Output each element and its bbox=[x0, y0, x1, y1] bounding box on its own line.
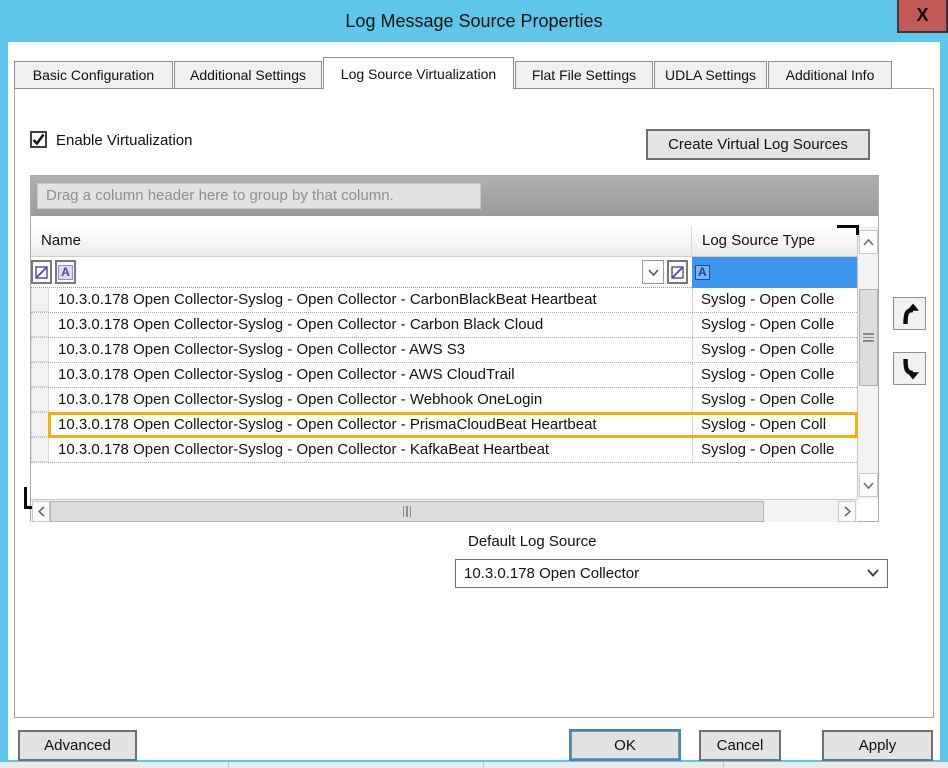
cell-log-source-type[interactable]: Syslog - Open Colle bbox=[692, 438, 857, 462]
curved-arrow-down-icon bbox=[899, 358, 921, 380]
default-log-source-value: 10.3.0.178 Open Collector bbox=[464, 565, 639, 582]
clear-filter-button[interactable] bbox=[31, 260, 52, 284]
enable-virtualization-label: Enable Virtualization bbox=[56, 132, 192, 149]
cell-log-source-type[interactable]: Syslog - Open Colle bbox=[692, 313, 857, 337]
advanced-button[interactable]: Advanced bbox=[18, 730, 137, 761]
default-log-source-label: Default Log Source bbox=[468, 533, 596, 550]
cell-name[interactable]: 10.3.0.178 Open Collector-Syslog - Open … bbox=[49, 438, 692, 462]
cancel-button[interactable]: Cancel bbox=[699, 730, 781, 761]
vertical-scrollbar-thumb[interactable] bbox=[859, 289, 878, 386]
name-filter-input[interactable] bbox=[79, 257, 639, 287]
close-button[interactable]: X bbox=[897, 0, 948, 33]
table-row[interactable]: 10.3.0.178 Open Collector-Syslog - Open … bbox=[31, 363, 857, 388]
enable-virtualization-checkbox[interactable] bbox=[30, 131, 47, 148]
chevron-up-icon bbox=[863, 239, 874, 246]
scroll-right-button[interactable] bbox=[838, 501, 856, 522]
tab-flat-file-settings[interactable]: Flat File Settings bbox=[515, 61, 653, 89]
move-row-up-button[interactable] bbox=[893, 297, 926, 330]
curved-arrow-up-icon bbox=[899, 303, 921, 325]
chevron-left-icon bbox=[38, 506, 45, 517]
cell-log-source-type[interactable]: Syslog - Open Colle bbox=[692, 338, 857, 362]
table-row[interactable]: 10.3.0.178 Open Collector-Syslog - Open … bbox=[31, 338, 857, 363]
type-filter-input-selected[interactable]: A bbox=[692, 257, 857, 288]
table-row[interactable]: 10.3.0.178 Open Collector-Syslog - Open … bbox=[31, 388, 857, 413]
slashed-box-filter-icon bbox=[35, 266, 48, 279]
letter-a-filter-icon: A bbox=[695, 265, 710, 280]
cell-name[interactable]: 10.3.0.178 Open Collector-Syslog - Open … bbox=[49, 413, 692, 437]
name-filter-dropdown-button[interactable] bbox=[642, 260, 664, 284]
horizontal-scrollbar[interactable] bbox=[31, 499, 857, 522]
grid-corner-mark-bottom bbox=[24, 487, 32, 509]
default-log-source-select[interactable]: 10.3.0.178 Open Collector bbox=[455, 559, 888, 588]
group-by-bar[interactable]: Drag a column header here to group by th… bbox=[31, 176, 878, 216]
tab-basic-configuration[interactable]: Basic Configuration bbox=[14, 61, 173, 89]
cell-name[interactable]: 10.3.0.178 Open Collector-Syslog - Open … bbox=[49, 338, 692, 362]
column-header-log-source-type[interactable]: Log Source Type bbox=[692, 226, 857, 257]
dialog-window: Log Message Source Properties X Basic Co… bbox=[0, 0, 948, 768]
table-row[interactable]: 10.3.0.178 Open Collector-Syslog - Open … bbox=[31, 313, 857, 338]
check-icon bbox=[32, 133, 45, 146]
apply-button[interactable]: Apply bbox=[822, 730, 933, 761]
cell-name[interactable]: 10.3.0.178 Open Collector-Syslog - Open … bbox=[49, 288, 692, 312]
ok-button[interactable]: OK bbox=[569, 729, 681, 761]
chevron-down-icon bbox=[648, 269, 659, 276]
row-indicator-cell[interactable] bbox=[31, 338, 49, 362]
name-filter-row: A bbox=[31, 257, 692, 288]
table-row[interactable]: 10.3.0.178 Open Collector-Syslog - Open … bbox=[31, 413, 857, 438]
letter-a-filter-icon: A bbox=[58, 265, 73, 280]
text-filter-mode-button[interactable]: A bbox=[55, 260, 76, 284]
table-row[interactable]: 10.3.0.178 Open Collector-Syslog - Open … bbox=[31, 288, 857, 313]
cell-log-source-type[interactable]: Syslog - Open Coll bbox=[692, 413, 857, 437]
chevron-right-icon bbox=[844, 506, 851, 517]
group-by-hint: Drag a column header here to group by th… bbox=[37, 183, 481, 209]
chevron-down-icon bbox=[867, 569, 879, 577]
table-row[interactable]: 10.3.0.178 Open Collector-Syslog - Open … bbox=[31, 438, 857, 463]
row-indicator-cell[interactable] bbox=[31, 413, 49, 437]
vertical-scrollbar[interactable] bbox=[857, 226, 878, 499]
cell-log-source-type[interactable]: Syslog - Open Colle bbox=[692, 388, 857, 412]
tab-additional-settings[interactable]: Additional Settings bbox=[174, 61, 322, 89]
virtual-log-sources-grid: Drag a column header here to group by th… bbox=[30, 175, 879, 522]
tab-additional-info[interactable]: Additional Info bbox=[768, 61, 892, 89]
slashed-box-filter-icon bbox=[671, 266, 684, 279]
scroll-up-button[interactable] bbox=[859, 230, 878, 254]
cell-name[interactable]: 10.3.0.178 Open Collector-Syslog - Open … bbox=[49, 313, 692, 337]
cell-log-source-type[interactable]: Syslog - Open Colle bbox=[692, 363, 857, 387]
type-clear-filter-button[interactable] bbox=[667, 260, 688, 284]
cell-name[interactable]: 10.3.0.178 Open Collector-Syslog - Open … bbox=[49, 363, 692, 387]
create-virtual-log-sources-button[interactable]: Create Virtual Log Sources bbox=[646, 129, 870, 160]
window-title: Log Message Source Properties bbox=[0, 11, 948, 32]
horizontal-scrollbar-thumb[interactable] bbox=[50, 501, 764, 522]
x-icon: X bbox=[916, 5, 928, 26]
chevron-down-icon bbox=[863, 482, 874, 489]
desktop-strip bbox=[0, 762, 948, 768]
row-indicator-cell[interactable] bbox=[31, 438, 49, 462]
row-indicator-cell[interactable] bbox=[31, 288, 49, 312]
grid-corner-mark bbox=[837, 225, 859, 235]
row-indicator-cell[interactable] bbox=[31, 388, 49, 412]
titlebar[interactable]: Log Message Source Properties X bbox=[0, 0, 948, 42]
move-row-down-button[interactable] bbox=[893, 352, 926, 385]
tab-udla-settings[interactable]: UDLA Settings bbox=[654, 61, 767, 89]
tab-log-source-virtualization[interactable]: Log Source Virtualization bbox=[323, 57, 514, 89]
column-header-name[interactable]: Name bbox=[31, 226, 692, 257]
cell-name[interactable]: 10.3.0.178 Open Collector-Syslog - Open … bbox=[49, 388, 692, 412]
scroll-down-button[interactable] bbox=[859, 473, 878, 497]
row-indicator-cell[interactable] bbox=[31, 313, 49, 337]
cell-log-source-type[interactable]: Syslog - Open Colle bbox=[692, 288, 857, 312]
row-indicator-cell[interactable] bbox=[31, 363, 49, 387]
scroll-left-button[interactable] bbox=[32, 501, 50, 522]
grid-rows: 10.3.0.178 Open Collector-Syslog - Open … bbox=[31, 288, 857, 463]
